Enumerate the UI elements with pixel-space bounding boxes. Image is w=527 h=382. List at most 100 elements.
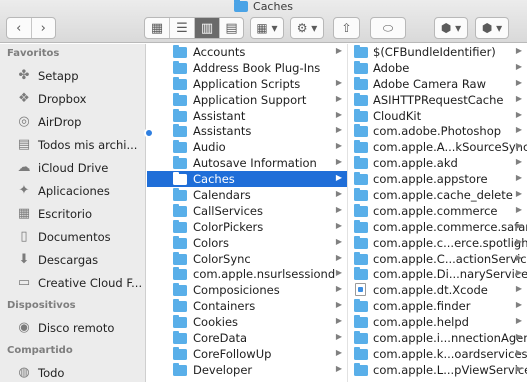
list-item[interactable]: Composiciones ▶	[147, 282, 347, 298]
list-item[interactable]: Accounts ▶	[147, 44, 347, 60]
list-item[interactable]: com.apple.appstore ▶	[349, 171, 527, 187]
list-item[interactable]: $(CFBundleIdentifier) ▶	[349, 44, 527, 60]
list-view-button[interactable]: ☰	[170, 18, 195, 38]
item-name: Autosave Information	[193, 156, 317, 171]
tag-button[interactable]: ⬭	[370, 17, 406, 39]
desktop-icon: ▦	[17, 206, 31, 221]
folder-icon	[354, 76, 368, 90]
disclosure-arrow-icon: ▶	[515, 252, 522, 262]
folder-icon	[354, 45, 368, 58]
list-item[interactable]: Autosave Information ▶	[147, 155, 347, 171]
sidebar-item-label: Todo	[38, 365, 65, 380]
sidebar-item-aplicaciones[interactable]: ✦ Aplicaciones	[0, 179, 145, 202]
column-view-button[interactable]: ▥	[195, 18, 220, 38]
list-item[interactable]: com.apple.helpd ▶	[349, 314, 527, 330]
dropbox-sync-button[interactable]: ⬢ ▾	[475, 17, 509, 39]
sidebar-item-airdrop[interactable]: ◎ AirDrop	[0, 110, 145, 133]
list-item[interactable]: com.apple.Di...naryServices ▶	[349, 266, 527, 282]
sidebar-item-todos-mis-archi[interactable]: ▤ Todos mis archi...	[0, 133, 145, 156]
folder-icon	[354, 267, 368, 281]
folder-icon	[173, 267, 187, 281]
list-item[interactable]: ColorPickers ▶	[147, 219, 347, 235]
sidebar-item-dropbox[interactable]: ❖ Dropbox	[0, 87, 145, 110]
list-item[interactable]: com.apple.C...actionService ▶	[349, 251, 527, 267]
folder-icon	[354, 315, 368, 329]
dropbox-button[interactable]: ⬢ ▾	[434, 17, 468, 39]
list-item[interactable]: com.apple.finder ▶	[349, 298, 527, 314]
folder-icon	[173, 108, 187, 122]
sidebar-item-descargas[interactable]: ⬇ Descargas	[0, 248, 145, 271]
list-item[interactable]: ASIHTTPRequestCache ▶	[349, 92, 527, 108]
gallery-view-button[interactable]: ▤	[220, 18, 243, 38]
list-item[interactable]: Containers ▶	[147, 298, 347, 314]
list-item[interactable]: CallServices ▶	[147, 203, 347, 219]
list-item[interactable]: Adobe Camera Raw ▶	[349, 76, 527, 92]
list-item[interactable]: CoreFollowUp ▶	[147, 346, 347, 362]
list-item[interactable]: com.apple.cache_delete ▶	[349, 187, 527, 203]
disclosure-arrow-icon: ▶	[515, 236, 522, 246]
list-item[interactable]: com.apple.i...nnectionAgent ▶	[349, 330, 527, 346]
disclosure-arrow-icon: ▶	[515, 46, 522, 55]
list-item[interactable]: com.apple.akd ▶	[349, 155, 527, 171]
folder-icon	[173, 188, 187, 202]
list-item[interactable]: CoreData ▶	[147, 330, 347, 346]
folder-icon	[354, 331, 368, 345]
icon-view-button[interactable]: ▦	[145, 18, 170, 38]
folder-icon	[173, 92, 187, 106]
sidebar-item-setapp[interactable]: ✤ Setapp	[0, 64, 145, 87]
list-item[interactable]: com.apple.A...kSourceSync ▶	[349, 139, 527, 155]
disclosure-arrow-icon: ▶	[335, 109, 342, 119]
file-icon	[355, 283, 366, 297]
sidebar-item-icloud-drive[interactable]: ☁ iCloud Drive	[0, 156, 145, 179]
list-item[interactable]: Assistants ▶	[147, 123, 347, 139]
list-item[interactable]: com.adobe.Photoshop ▶	[349, 123, 527, 139]
sidebar-item-documentos[interactable]: ▯ Documentos	[0, 225, 145, 248]
list-item[interactable]: Colors ▶	[147, 235, 347, 251]
disclosure-arrow-icon: ▶	[515, 268, 522, 278]
applications-icon: ✦	[18, 183, 30, 198]
share-button[interactable]: ⇧	[333, 17, 360, 39]
list-item[interactable]: com.apple.c...erce.spotlight ▶	[349, 235, 527, 251]
setapp-icon: ✤	[18, 68, 30, 83]
list-item[interactable]: Calendars ▶	[147, 187, 347, 203]
list-item[interactable]: Adobe ▶	[349, 60, 527, 76]
sidebar-item-escritorio[interactable]: ▦ Escritorio	[0, 202, 145, 225]
group-by-button[interactable]: ▦ ▾	[250, 17, 284, 39]
back-button[interactable]: ‹	[7, 18, 32, 38]
item-name: com.apple.akd	[373, 156, 458, 171]
list-item[interactable]: ColorSync ▶	[147, 251, 347, 267]
list-item[interactable]: com.apple.commerce ▶	[349, 203, 527, 219]
list-item[interactable]: CloudKit ▶	[349, 108, 527, 124]
sidebar-item-disco-remoto[interactable]: ◉ Disco remoto	[0, 316, 145, 339]
disclosure-arrow-icon: ▶	[335, 93, 342, 103]
folder-icon	[354, 203, 368, 217]
list-item[interactable]: Audio ▶	[147, 139, 347, 155]
item-name: com.apple.A...kSourceSync	[373, 140, 527, 155]
list-item[interactable]: com.apple.nsurlsessiond ▶	[147, 266, 347, 282]
folder-icon	[354, 156, 368, 170]
list-item[interactable]: Developer ▶	[147, 362, 347, 378]
sidebar-item-creative-cloud-f[interactable]: ▭ Creative Cloud F...	[0, 271, 145, 294]
list-item[interactable]: Caches ▶	[147, 171, 347, 188]
forward-button[interactable]: ›	[32, 18, 56, 38]
list-item[interactable]: com.apple.k...oardservicesd ▶	[349, 346, 527, 362]
list-item[interactable]: com.apple.commerce.safari ▶	[349, 219, 527, 235]
folder-icon	[354, 235, 368, 249]
item-name: com.adobe.Photoshop	[373, 124, 502, 139]
list-item[interactable]: Address Book Plug-Ins	[147, 60, 347, 76]
list-item[interactable]: Assistant ▶	[147, 108, 347, 124]
sidebar-item-label: AirDrop	[38, 114, 82, 129]
folder-icon	[354, 188, 368, 202]
list-item[interactable]: Application Scripts ▶	[147, 76, 347, 92]
list-item[interactable]: com.apple.L...pViewService ▶	[349, 362, 527, 378]
list-item[interactable]: Cookies ▶	[147, 314, 347, 330]
item-name: com.apple.appstore	[373, 172, 488, 187]
list-item[interactable]: Application Support ▶	[147, 92, 347, 108]
folder-icon	[354, 124, 368, 138]
disclosure-arrow-icon: ▶	[515, 284, 522, 294]
action-button[interactable]: ⚙ ▾	[290, 17, 324, 39]
list-item[interactable]: com.apple.dt.Xcode ▶	[349, 282, 527, 298]
sidebar-item-todo[interactable]: ◍ Todo	[0, 361, 145, 382]
disclosure-arrow-icon: ▶	[335, 46, 342, 55]
disclosure-arrow-icon: ▶	[335, 77, 342, 87]
